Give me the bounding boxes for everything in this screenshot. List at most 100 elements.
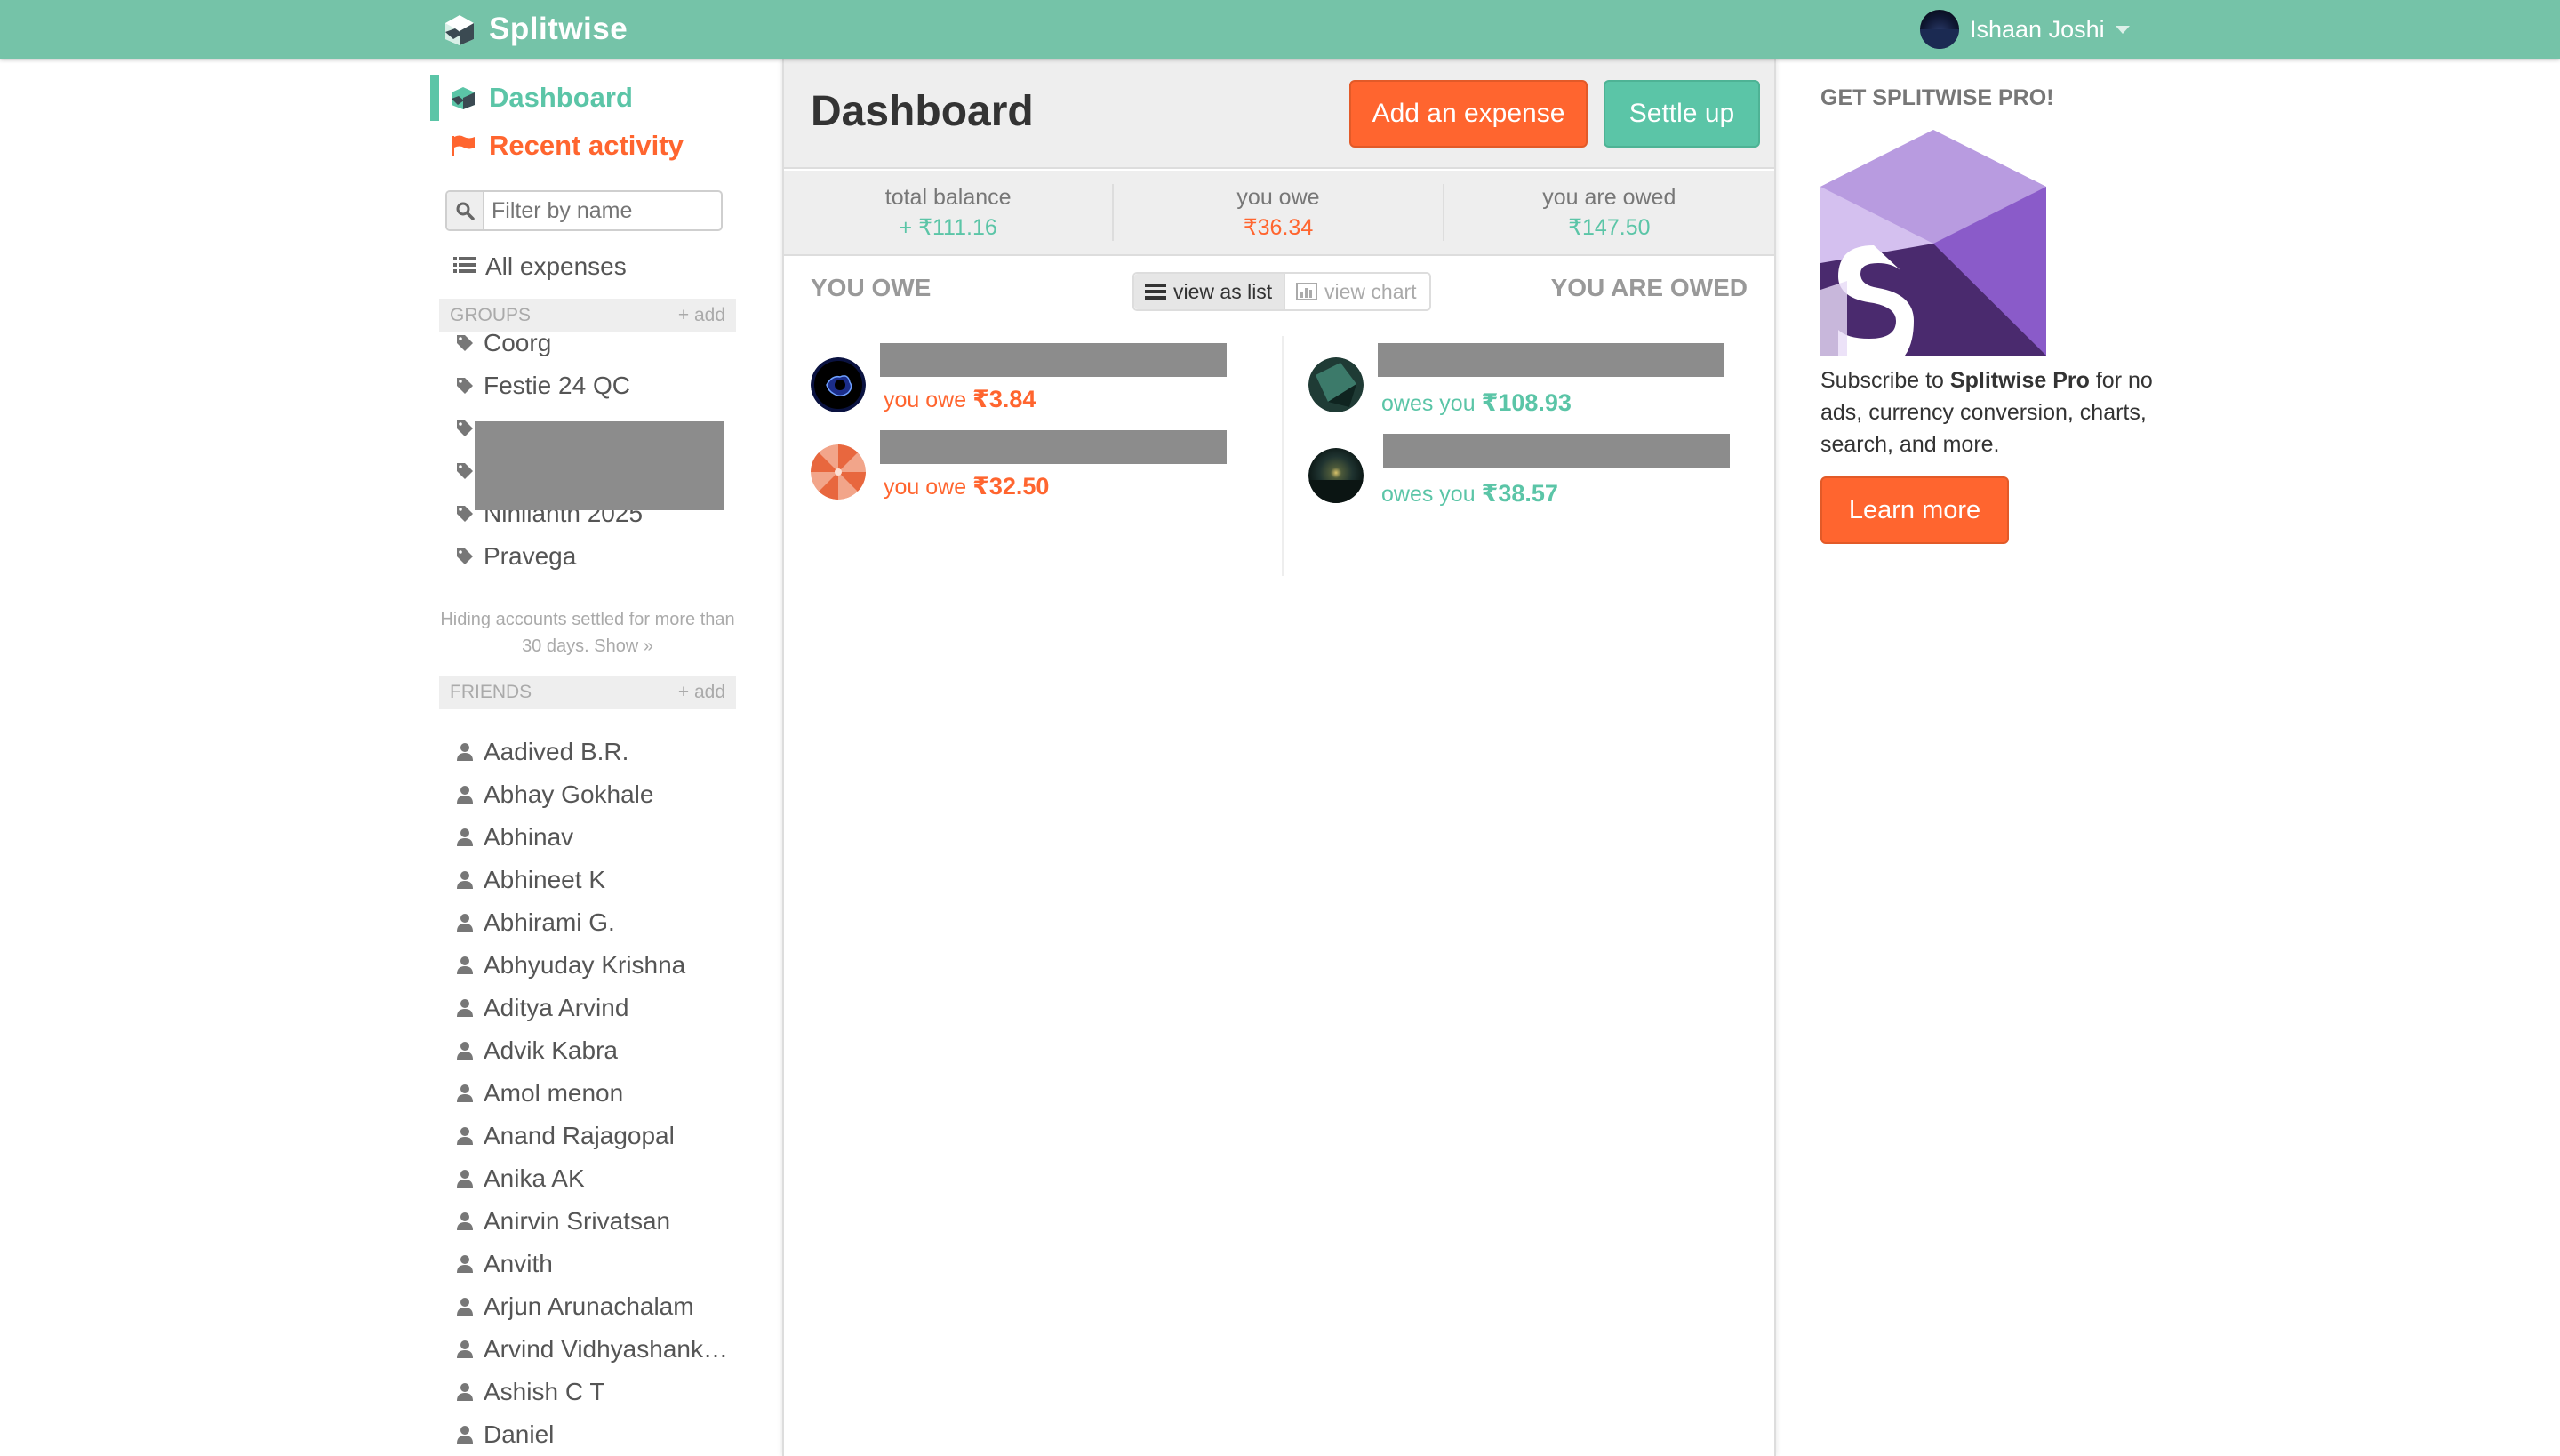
owe-amount: you owe ₹32.50 <box>884 473 1049 500</box>
all-expenses-link[interactable]: All expenses <box>453 247 627 286</box>
owe-entry[interactable]: you owe ₹3.84 <box>811 343 1255 423</box>
sidebar-item-group[interactable]: Coorg <box>455 322 731 364</box>
sidebar-item-friend[interactable]: Anika AK <box>455 1157 731 1200</box>
avatar <box>811 444 866 500</box>
you-are-owed-heading: YOU ARE OWED <box>1550 274 1748 301</box>
sidebar-item-label: Arjun Arunachalam <box>484 1292 694 1320</box>
sidebar-item-friend[interactable]: Anvith <box>455 1243 731 1285</box>
sidebar-item-friend[interactable]: Arjun Arunachalam <box>455 1285 731 1328</box>
you-owe-total: you owe ₹36.34 <box>1114 184 1444 241</box>
sidebar-item-label: Anika AK <box>484 1164 585 1192</box>
owed-value: ₹108.93 <box>1481 389 1572 416</box>
list-icon <box>453 252 476 281</box>
sidebar-item-group[interactable]: Pravega <box>455 535 731 578</box>
sidebar-item-label: Pravega <box>484 542 577 570</box>
search-icon <box>447 192 484 229</box>
sidebar-item-friend[interactable]: Abhyuday Krishna <box>455 944 731 987</box>
sidebar-item-label: Advik Kabra <box>484 1036 618 1064</box>
sidebar-item-friend[interactable]: Aditya Arvind <box>455 987 731 1029</box>
user-icon <box>455 1126 475 1146</box>
view-chart-label: view chart <box>1324 279 1417 303</box>
learn-more-button[interactable]: Learn more <box>1820 476 2009 544</box>
promo-text: Subscribe to Splitwise Pro for no ads, c… <box>1820 364 2176 460</box>
splitwise-logo-icon <box>445 15 474 45</box>
top-navbar: Splitwise Ishaan Joshi <box>0 0 2560 59</box>
balance-summary: total balance + ₹111.16 you owe ₹36.34 y… <box>784 171 1774 256</box>
user-icon <box>455 1212 475 1231</box>
sidebar-item-label: Festie 24 QC <box>484 372 630 399</box>
sidebar-item-friend[interactable]: Aadived B.R. <box>455 731 731 773</box>
left-sidebar: Dashboard Recent activity All ex <box>430 59 736 1456</box>
sidebar-item-friend[interactable]: Ashish C T <box>455 1371 731 1413</box>
user-icon <box>455 998 475 1018</box>
sidebar-item-friend[interactable]: Anirvin Srivatsan <box>455 1200 731 1243</box>
sidebar-item-label: Abhineet K <box>484 866 605 893</box>
sidebar-item-friend[interactable]: Amol menon <box>455 1072 731 1115</box>
nav-dashboard-label: Dashboard <box>489 82 633 113</box>
view-as-list-label: view as list <box>1173 279 1273 303</box>
user-icon <box>455 1297 475 1316</box>
friends-header: FRIENDS + add <box>439 676 736 709</box>
nav-dashboard[interactable]: Dashboard <box>430 75 736 121</box>
dashboard-icon <box>450 84 476 111</box>
redacted-name <box>880 430 1227 464</box>
user-icon <box>455 1169 475 1188</box>
promo-text-start: Subscribe to <box>1820 368 1950 393</box>
sidebar-item-label: Anand Rajagopal <box>484 1122 675 1149</box>
list-icon <box>1145 284 1166 300</box>
sidebar-item-friend[interactable]: Abhay Gokhale <box>455 773 731 816</box>
redacted-name <box>1378 343 1724 377</box>
column-divider <box>1282 336 1284 576</box>
owed-value: ₹38.57 <box>1481 480 1558 507</box>
avatar <box>811 357 866 412</box>
sidebar-item-friend[interactable]: Anand Rajagopal <box>455 1115 731 1157</box>
user-icon <box>455 913 475 932</box>
sidebar-item-friend[interactable]: Daniel <box>455 1413 731 1456</box>
sidebar-item-label: Abhinav <box>484 823 574 851</box>
add-friend-link[interactable]: + add <box>678 682 725 703</box>
sidebar-item-friend[interactable]: Arvind Vidhyashank… <box>455 1328 731 1371</box>
redacted-name <box>880 343 1227 377</box>
view-toggle: view as list view chart <box>1132 272 1431 311</box>
sidebar-item-label: Abhay Gokhale <box>484 780 654 808</box>
owe-prefix: you owe <box>884 388 967 412</box>
redacted-group-names <box>475 421 724 510</box>
sidebar-item-label: Ashish C T <box>484 1378 605 1405</box>
pro-promo: GET SPLITWISE PRO! Subscribe to Splitwis… <box>1820 59 2194 592</box>
settle-up-button[interactable]: Settle up <box>1604 80 1760 148</box>
filter-input[interactable] <box>484 197 716 224</box>
sidebar-item-label: Coorg <box>484 329 552 356</box>
tag-icon <box>455 377 475 395</box>
view-as-list-button[interactable]: view as list <box>1134 274 1285 309</box>
app-logo[interactable]: Splitwise <box>443 9 628 50</box>
user-icon <box>455 1041 475 1060</box>
hiding-settled-note[interactable]: Hiding accounts settled for more than 30… <box>439 606 736 660</box>
user-icon <box>455 870 475 890</box>
bar-chart-icon <box>1296 283 1317 300</box>
you-are-owed-label: you are owed <box>1542 184 1676 210</box>
view-chart-button[interactable]: view chart <box>1285 274 1428 309</box>
sidebar-item-friend[interactable]: Abhineet K <box>455 859 731 901</box>
owed-entry[interactable]: owes you ₹38.57 <box>1308 434 1753 514</box>
sidebar-item-friend[interactable]: Advik Kabra <box>455 1029 731 1072</box>
splitwise-pro-logo <box>1820 130 2046 356</box>
owe-prefix: you owe <box>884 475 967 500</box>
sidebar-item-label: Anirvin Srivatsan <box>484 1207 671 1235</box>
user-menu[interactable]: Ishaan Joshi <box>1920 7 2130 52</box>
sidebar-item-group[interactable]: Festie 24 QC <box>455 364 731 407</box>
active-marker <box>430 75 439 121</box>
avatar <box>1308 448 1364 503</box>
nav-recent-label: Recent activity <box>489 130 684 161</box>
add-expense-button[interactable]: Add an expense <box>1349 80 1588 148</box>
user-icon <box>455 828 475 847</box>
owe-entry[interactable]: you owe ₹32.50 <box>811 430 1255 510</box>
sidebar-item-friend[interactable]: Abhirami G. <box>455 901 731 944</box>
owe-value: ₹32.50 <box>972 473 1050 500</box>
owed-amount: owes you ₹38.57 <box>1381 480 1558 508</box>
user-icon <box>455 1340 475 1359</box>
dashboard-main: Dashboard Add an expense Settle up total… <box>782 59 1776 1456</box>
you-owe-label: you owe <box>1236 184 1320 210</box>
nav-recent-activity[interactable]: Recent activity <box>430 123 736 169</box>
owed-entry[interactable]: owes you ₹108.93 <box>1308 343 1753 423</box>
sidebar-item-friend[interactable]: Abhinav <box>455 816 731 859</box>
